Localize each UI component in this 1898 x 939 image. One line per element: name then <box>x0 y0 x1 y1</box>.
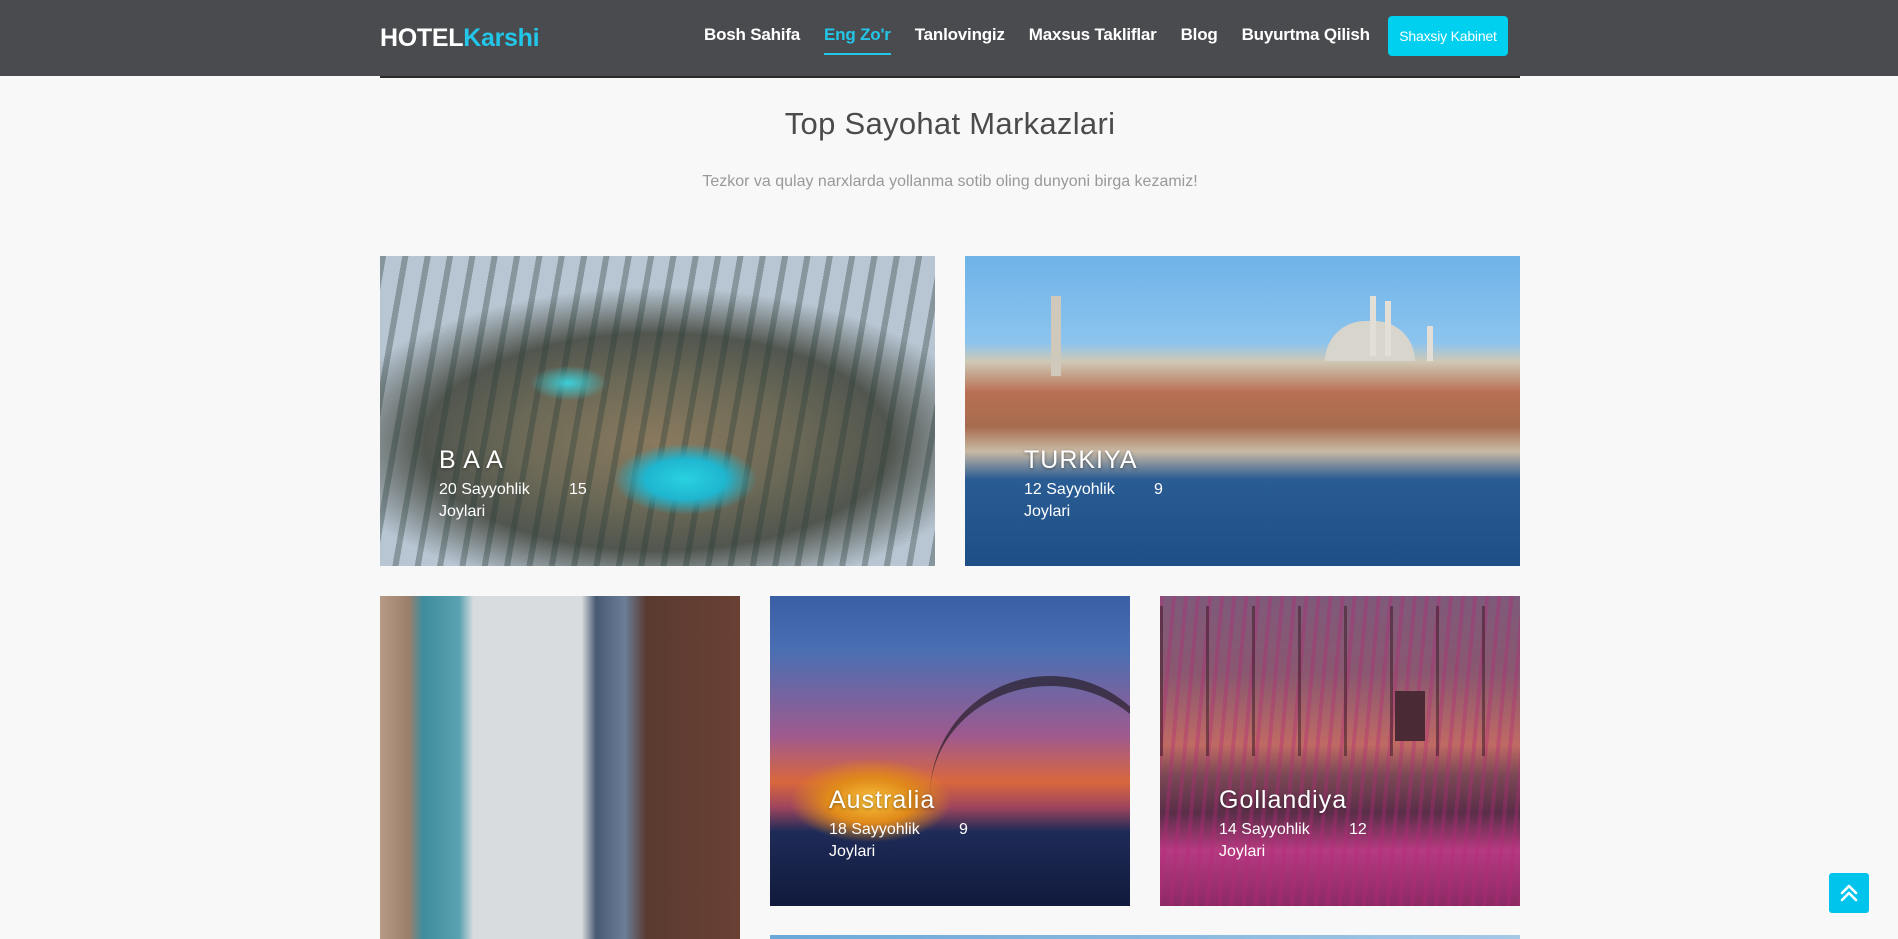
destination-count: 12 <box>1349 821 1367 838</box>
card-caption: B A A 20 Sayyohlik Joylari 15 <box>439 446 587 523</box>
logo-text-karshi: Karshi <box>463 24 540 52</box>
destination-card-gollandiya[interactable]: Gollandiya 14 Sayyohlik Joylari 12 <box>1160 596 1520 906</box>
section-subtitle: Tezkor va qulay narxlarda yollanma sotib… <box>702 173 1198 190</box>
destination-name: B A A <box>439 446 504 474</box>
destination-count: 9 <box>959 821 968 838</box>
windmill-shape <box>1395 691 1425 741</box>
site-logo[interactable]: HOTELKarshi <box>380 24 540 53</box>
minaret-shape <box>1427 326 1433 361</box>
destination-card-city[interactable] <box>380 596 740 939</box>
minaret-shape <box>1385 301 1391 356</box>
double-chevron-up-icon <box>1840 884 1858 902</box>
nav-item-order[interactable]: Buyurtma Qilish <box>1242 25 1371 55</box>
destination-card-baa[interactable]: B A A 20 Sayyohlik Joylari 15 <box>380 256 935 566</box>
trees-shape <box>1160 606 1520 756</box>
personal-cabinet-button[interactable]: Shaxsiy Kabinet <box>1388 16 1508 56</box>
scroll-to-top-button[interactable] <box>1829 873 1869 913</box>
destination-name: Australia <box>829 786 936 814</box>
logo-text-hotel: HOTEL <box>380 24 464 52</box>
card-caption: TURKIYA 12 Sayyohlik Joylari 9 <box>1024 446 1163 523</box>
card-caption: Gollandiya 14 Sayyohlik Joylari 12 <box>1219 786 1367 863</box>
destination-count: 9 <box>1154 481 1163 498</box>
minaret-shape <box>1370 296 1376 356</box>
nav-item-home[interactable]: Bosh Sahifa <box>704 25 800 55</box>
nav-item-best[interactable]: Eng Zo'r <box>824 25 891 55</box>
card-caption: Australia 18 Sayyohlik Joylari 9 <box>829 786 968 863</box>
nav-item-blog[interactable]: Blog <box>1181 25 1218 55</box>
nav-item-special-offers[interactable]: Maxsus Takliflar <box>1029 25 1157 55</box>
destination-tours: 18 Sayyohlik Joylari <box>829 821 920 860</box>
destination-name: TURKIYA <box>1024 446 1138 474</box>
destination-tours: 20 Sayyohlik Joylari <box>439 481 530 520</box>
destination-tours: 14 Sayyohlik Joylari <box>1219 821 1310 860</box>
destination-card-australia[interactable]: Australia 18 Sayyohlik Joylari 9 <box>770 596 1130 906</box>
nav-item-choice[interactable]: Tanlovingiz <box>915 25 1005 55</box>
destination-tours: 12 Sayyohlik Joylari <box>1024 481 1115 520</box>
tower-shape <box>1051 296 1061 376</box>
destination-name: Gollandiya <box>1219 786 1348 814</box>
section-title: Top Sayohat Markazlari <box>784 106 1116 141</box>
destination-count: 15 <box>569 481 587 498</box>
next-card-edge <box>770 935 1520 939</box>
main-nav: Bosh Sahifa Eng Zo'r Tanlovingiz Maxsus … <box>704 25 1370 55</box>
header-divider <box>380 76 1520 78</box>
destination-card-turkiya[interactable]: TURKIYA 12 Sayyohlik Joylari 9 <box>965 256 1520 566</box>
